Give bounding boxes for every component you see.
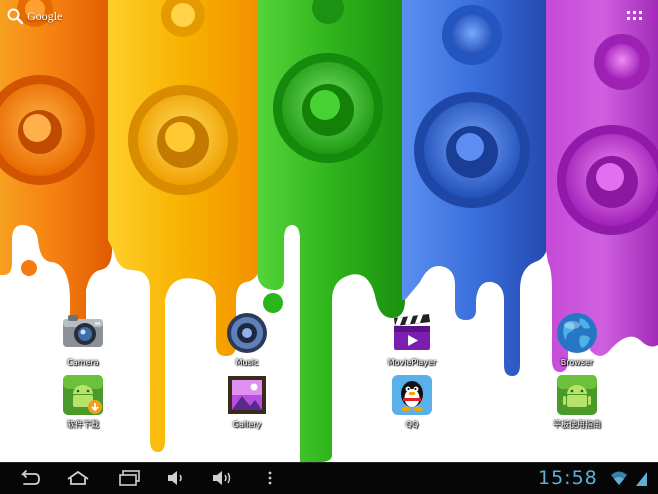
- google-label: Google: [27, 8, 63, 23]
- app-software-download[interactable]: 软件下载: [43, 372, 123, 430]
- menu-button[interactable]: [262, 467, 278, 489]
- app-label: QQ: [405, 420, 419, 429]
- recent-apps-button[interactable]: [115, 467, 145, 489]
- globe-icon: [557, 313, 597, 353]
- system-navigation-bar: 15:58: [0, 462, 658, 494]
- app-qq[interactable]: QQ: [372, 372, 452, 430]
- app-label: 平板使用指南: [553, 420, 601, 429]
- android-guide-icon: [557, 375, 597, 415]
- back-button[interactable]: [13, 467, 43, 489]
- app-label: Gallery: [232, 420, 262, 429]
- app-camera[interactable]: Camera: [43, 310, 123, 368]
- volume-up-button[interactable]: [207, 467, 237, 489]
- app-label: Music: [235, 358, 259, 367]
- google-search-button[interactable]: Google: [6, 5, 86, 27]
- wifi-icon: [611, 471, 627, 485]
- gallery-frame-icon: [228, 376, 266, 414]
- volume-up-icon: [213, 471, 231, 485]
- volume-down-button[interactable]: [163, 467, 189, 489]
- clapperboard-icon: [394, 314, 430, 350]
- app-music[interactable]: Music: [207, 310, 287, 368]
- status-clock: 15:58: [538, 467, 598, 489]
- app-movieplayer[interactable]: MoviePlayer: [372, 310, 452, 368]
- all-apps-grid-icon[interactable]: [626, 10, 644, 22]
- android-download-icon: [63, 375, 103, 415]
- recent-apps-icon: [119, 470, 140, 486]
- back-icon: [20, 470, 40, 485]
- app-label: Browser: [560, 358, 594, 367]
- app-label: Camera: [67, 358, 99, 367]
- camera-icon: [63, 315, 103, 347]
- menu-icon: [268, 471, 272, 485]
- home-icon: [67, 470, 89, 485]
- app-label: 软件下载: [67, 420, 99, 429]
- home-button[interactable]: [63, 467, 93, 489]
- app-browser[interactable]: Browser: [537, 310, 617, 368]
- battery-icon: [636, 472, 647, 486]
- search-icon: [7, 8, 24, 25]
- music-speaker-icon: [227, 313, 267, 353]
- app-label: MoviePlayer: [387, 358, 437, 367]
- app-tablet-guide[interactable]: 平板使用指南: [537, 372, 617, 430]
- app-gallery[interactable]: Gallery: [207, 372, 287, 430]
- qq-penguin-icon: [392, 375, 432, 415]
- volume-down-icon: [168, 471, 182, 485]
